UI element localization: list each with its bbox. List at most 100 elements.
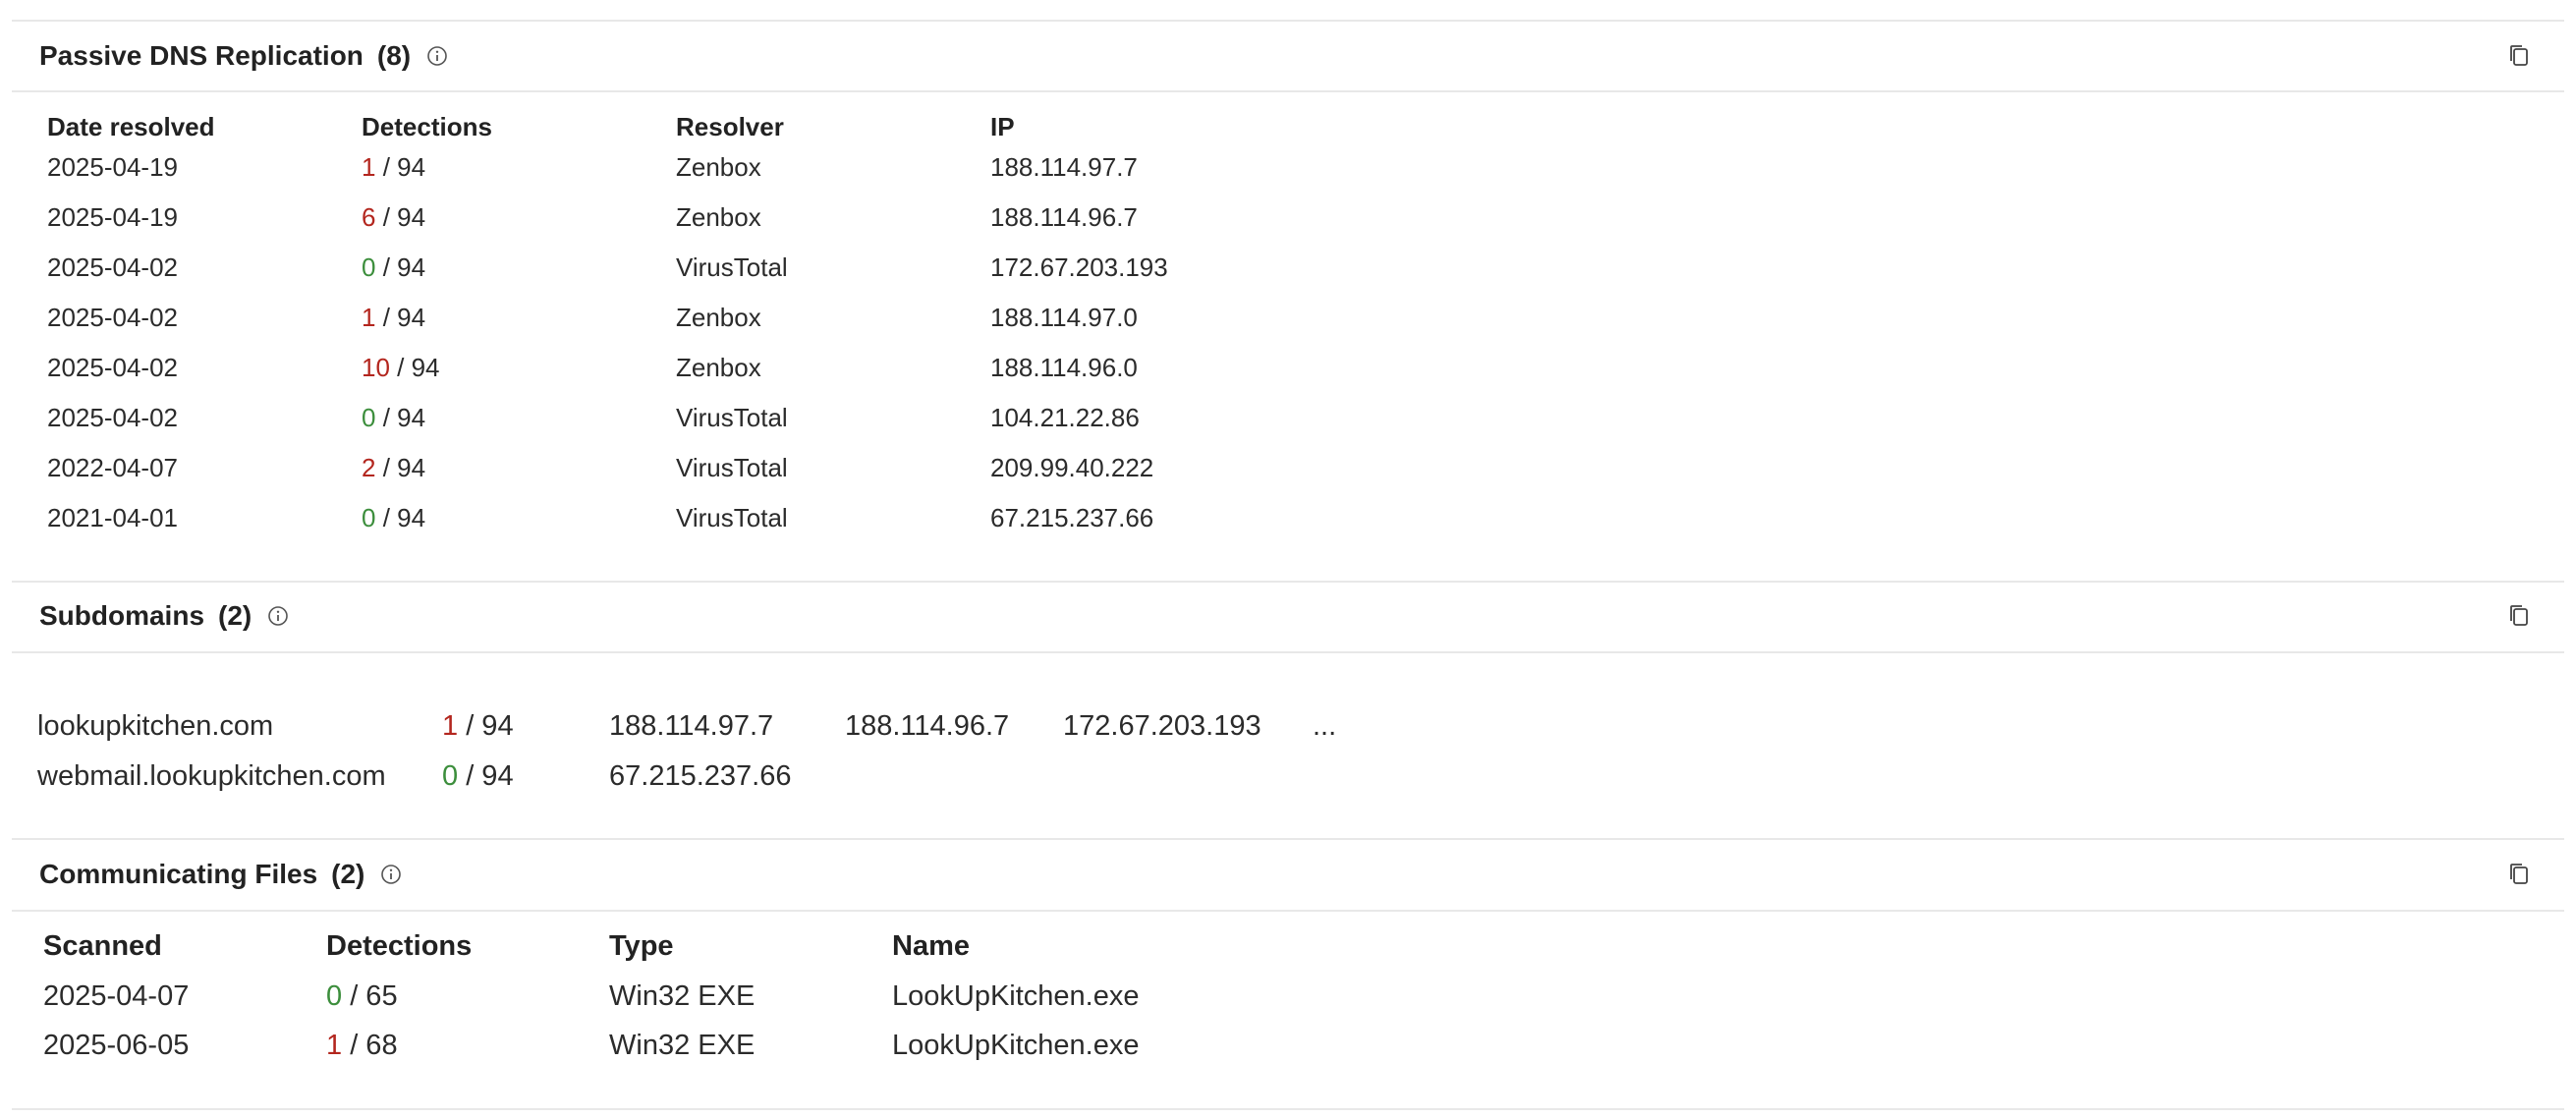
info-icon[interactable] [426,45,448,67]
subdomain-link[interactable]: webmail.lookupkitchen.com [37,760,386,792]
resolver: Zenbox [676,303,761,332]
detections: 2 / 94 [362,452,425,483]
resolver: VirusTotal [676,503,788,532]
resolver: VirusTotal [676,453,788,482]
dns-section-count: (8) [376,40,412,71]
header-detections: Detections [362,112,492,141]
resolver: Zenbox [676,353,761,382]
detections: 0 / 94 [442,760,514,792]
detections: 1 / 94 [442,710,514,742]
detections: 6 / 94 [362,201,425,233]
detection-total: / 94 [375,453,426,482]
scanned-date: 2025-06-05 [43,1030,190,1061]
detection-count: 6 [362,202,376,232]
subdomains-section-count: (2) [218,600,252,631]
detections: 0 / 94 [362,252,425,283]
detections: 1 / 94 [362,302,425,333]
header-date-resolved: Date resolved [47,112,215,141]
copy-icon[interactable] [2507,43,2533,69]
ip-address: 188.114.97.7 [990,152,1138,182]
resolver: Zenbox [676,202,761,232]
detection-total: / 68 [342,1030,398,1061]
date-resolved: 2025-04-02 [47,252,178,282]
detection-count: 0 [362,403,376,432]
ip-address: 188.114.97.0 [990,303,1138,332]
header-scanned: Scanned [43,930,162,962]
dns-section-title: Passive DNS Replication [39,40,364,71]
detections: 10 / 94 [362,352,440,383]
copy-icon[interactable] [2507,862,2533,887]
detection-total: / 94 [375,503,426,532]
detection-count: 1 [326,1030,343,1061]
header-resolver: Resolver [676,112,784,141]
resolver: VirusTotal [676,403,788,432]
detection-total: / 94 [375,303,426,332]
detections: 1 / 68 [326,1030,398,1061]
date-resolved: 2025-04-19 [47,152,178,182]
detections: 1 / 94 [362,151,425,183]
date-resolved: 2021-04-01 [47,503,178,532]
dns-section-header: Passive DNS Replication (8) [39,36,448,76]
divider [12,651,2564,653]
divider [12,90,2564,92]
detection-total: / 94 [375,252,426,282]
detection-total: / 94 [375,403,426,432]
detection-count: 0 [442,760,459,792]
ip-address: 209.99.40.222 [990,453,1154,482]
detection-count: 1 [362,303,376,332]
more-ips: ... [1313,710,1337,742]
ip-address: 104.21.22.86 [990,403,1140,432]
info-icon[interactable] [380,864,402,885]
subdomain-link[interactable]: lookupkitchen.com [37,710,273,742]
files-section-count: (2) [331,859,365,889]
files-section-header: Communicating Files (2) [39,855,402,894]
ip-address: 188.114.96.7 [990,202,1138,232]
resolver: Zenbox [676,152,761,182]
ip-address: 188.114.96.0 [990,353,1138,382]
divider [12,838,2564,840]
detection-total: / 94 [458,760,514,792]
detections: 0 / 65 [326,980,398,1012]
detection-total: / 94 [375,152,426,182]
scanned-date: 2025-04-07 [43,980,190,1012]
date-resolved: 2025-04-02 [47,403,178,432]
file-name-link[interactable]: LookUpKitchen.exe [892,980,1140,1012]
detection-total: / 94 [375,202,426,232]
resolver: VirusTotal [676,252,788,282]
detection-count: 1 [442,710,459,742]
detection-total: / 65 [342,980,398,1012]
files-section-title: Communicating Files [39,859,318,889]
subdomains-section-title: Subdomains [39,600,205,631]
file-name-link[interactable]: LookUpKitchen.exe [892,1030,1140,1061]
ip-address[interactable]: 172.67.203.193 [1063,710,1261,742]
file-type: Win32 EXE [609,1030,756,1061]
detection-count: 0 [362,252,376,282]
detection-total: / 94 [458,710,514,742]
detections: 0 / 94 [362,402,425,433]
date-resolved: 2025-04-02 [47,303,178,332]
detections: 0 / 94 [362,502,425,533]
divider [12,1108,2564,1110]
detection-total: / 94 [389,353,440,382]
detection-count: 0 [326,980,343,1012]
divider [12,910,2564,912]
detection-count: 2 [362,453,376,482]
file-type: Win32 EXE [609,980,756,1012]
ip-address[interactable]: 67.215.237.66 [609,760,791,792]
divider [12,20,2564,22]
ip-address: 172.67.203.193 [990,252,1168,282]
header-detections: Detections [326,930,473,962]
date-resolved: 2025-04-19 [47,202,178,232]
ip-address: 67.215.237.66 [990,503,1154,532]
detection-count: 10 [362,353,390,382]
detection-count: 0 [362,503,376,532]
detection-count: 1 [362,152,376,182]
header-name: Name [892,930,970,962]
ip-address[interactable]: 188.114.97.7 [609,710,773,742]
divider [12,581,2564,583]
ip-address[interactable]: 188.114.96.7 [845,710,1009,742]
date-resolved: 2025-04-02 [47,353,178,382]
copy-icon[interactable] [2507,603,2533,629]
info-icon[interactable] [267,605,289,627]
subdomains-section-header: Subdomains (2) [39,596,289,636]
